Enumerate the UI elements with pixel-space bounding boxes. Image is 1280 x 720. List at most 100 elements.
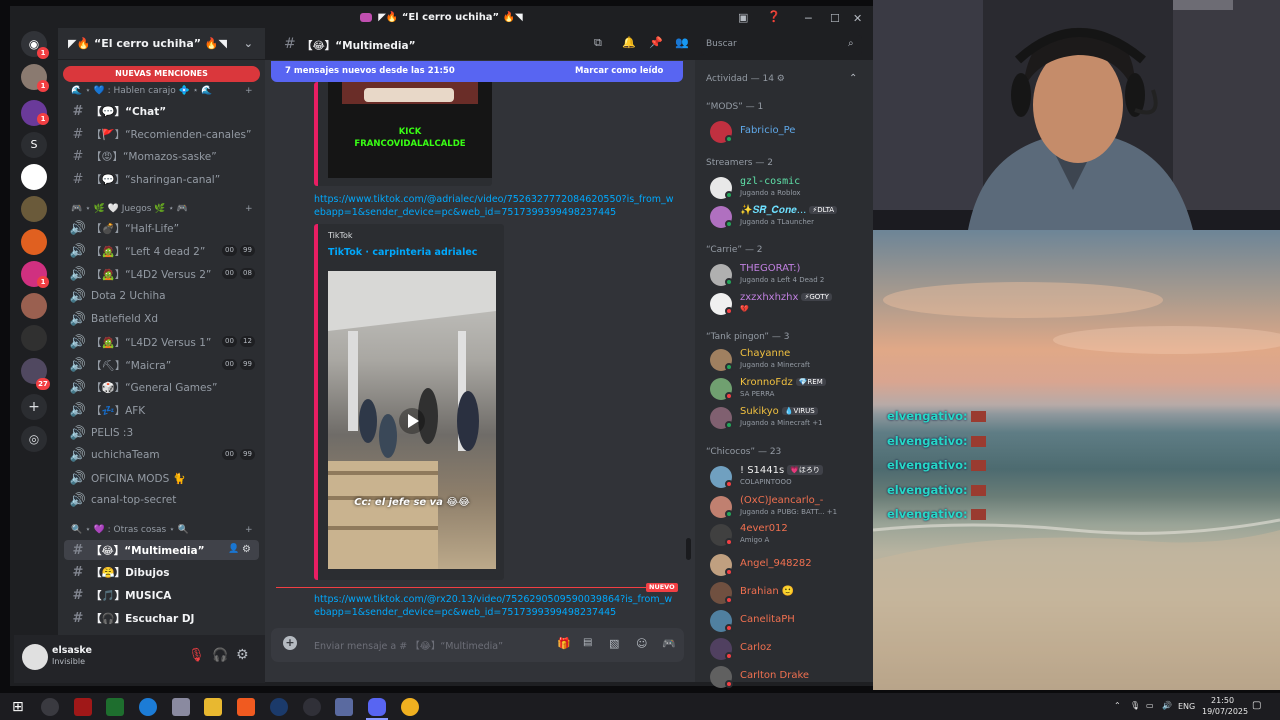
invite-icon[interactable]: 👤 — [228, 544, 239, 554]
member-item[interactable]: ! S1441s 💗ほろり COLAPINTOOO — [710, 464, 870, 488]
channel-item[interactable]: 🔊 【🎲】“General Games” — [64, 377, 259, 397]
app-icon[interactable] — [41, 698, 59, 716]
chrome-icon[interactable] — [401, 698, 419, 716]
tiktok-link[interactable]: https://www.tiktok.com/@adrialec/video/7… — [314, 193, 674, 219]
nvidia-icon[interactable] — [106, 698, 124, 716]
add-attachment-icon[interactable]: + — [283, 636, 297, 650]
channel-item[interactable]: 🔊 【🧟】“L4D2 Versus 2” 00 08 — [64, 264, 259, 284]
channel-item[interactable]: 🔊 【💣】“Half-Life” — [64, 218, 259, 238]
discover-icon[interactable]: ◎ — [21, 426, 47, 452]
channel-item[interactable]: # 【💬】“sharingan-canal” — [64, 169, 259, 189]
discord-taskbar-icon[interactable] — [368, 698, 386, 716]
server-icon[interactable] — [21, 196, 47, 222]
sticker-icon[interactable]: ▧ — [609, 637, 619, 650]
server-icon[interactable] — [21, 164, 47, 190]
language-indicator[interactable]: ENG — [1178, 702, 1195, 711]
mute-icon[interactable]: 🎙 — [188, 648, 205, 663]
maximize-button[interactable]: ☐ — [830, 12, 840, 25]
microphone-icon[interactable]: 🎙 — [1130, 701, 1140, 710]
category-juegos[interactable]: 🎮 ⋆ 🌿 🤍 Juegos 🌿 ⋆ 🎮 + — [71, 204, 253, 214]
mark-as-read-button[interactable]: Marcar como leído — [575, 66, 663, 76]
channel-item[interactable]: # 【😤】Dibujos — [64, 562, 259, 582]
message-composer[interactable]: + Enviar mensaje a # 【😂】“Multimedia” 🎁 ▤… — [271, 628, 684, 662]
server-icon-s[interactable]: S — [21, 132, 47, 158]
member-item[interactable]: Sukikyo 💧VIRUS Jugando a Minecraft +1 — [710, 405, 870, 429]
steam-icon[interactable] — [270, 698, 288, 716]
channel-item[interactable]: 🔊 uchichaTeam 00 99 — [64, 445, 259, 465]
member-item[interactable]: Carlton Drake — [710, 664, 870, 688]
channel-item[interactable]: # 【🎧】Escuchar DJ — [64, 608, 259, 628]
member-list-icon[interactable]: 👥 — [675, 36, 689, 49]
channel-item[interactable]: 🔊 【🧟】“L4D2 Versus 1” 00 12 — [64, 332, 259, 352]
search-input[interactable]: Buscar ⌕ — [701, 35, 862, 55]
chevron-up-icon[interactable]: ⌃ — [849, 73, 857, 84]
new-mentions-banner[interactable]: NUEVAS MENCIONES — [63, 66, 260, 82]
guild-header[interactable]: ◤🔥 “El cerro uchiha” 🔥◥ ⌄ — [58, 28, 265, 60]
network-icon[interactable]: ▭ — [1146, 701, 1154, 710]
server-icon[interactable] — [21, 325, 47, 351]
windows-start-icon[interactable]: ⊞ — [12, 698, 30, 716]
channel-item[interactable]: 🔊 【💤】AFK — [64, 400, 259, 420]
brave-icon[interactable] — [237, 698, 255, 716]
channel-item[interactable]: 🔊 Dota 2 Uchiha — [64, 286, 259, 306]
member-item[interactable]: KronnoFdz 💎REM SA PERRA — [710, 376, 870, 400]
message-input[interactable]: Enviar mensaje a # 【😂】“Multimedia” — [314, 638, 503, 652]
inbox-icon[interactable]: ▣ — [738, 11, 748, 24]
notifications-icon[interactable]: ▢ — [1252, 700, 1261, 711]
tiktok-video-thumbnail[interactable]: Cc: el jefe se va 😂😂 — [328, 271, 496, 569]
app-icon[interactable] — [74, 698, 92, 716]
server-icon-happy-hour[interactable] — [21, 229, 47, 255]
gear-icon[interactable]: ⚙ — [777, 74, 785, 84]
member-item[interactable]: gzl-cosmic Jugando a Roblox — [710, 175, 870, 199]
channel-settings-icon[interactable]: ⚙ — [242, 544, 251, 555]
scrollbar-thumb[interactable] — [686, 538, 691, 560]
avatar[interactable] — [22, 644, 48, 670]
minimize-button[interactable]: ─ — [805, 12, 812, 25]
settings-gear-icon[interactable]: ⚙ — [236, 647, 249, 663]
activities-icon[interactable]: 🎮 — [662, 637, 676, 650]
member-item[interactable]: zxzxhxhzhx ⚡GOTY 💔 — [710, 291, 870, 315]
add-channel-icon[interactable]: + — [245, 525, 253, 535]
category-otras-cosas[interactable]: 🔍 ⋆ 💜 : Otras cosas ⋆ 🔍 + — [71, 525, 253, 535]
close-button[interactable]: ✕ — [853, 12, 862, 25]
channel-item[interactable]: # 【🚩】“Recomienden-canales” — [64, 124, 259, 144]
new-messages-bar[interactable]: 7 mensajes nuevos desde las 21:50 Marcar… — [271, 61, 683, 82]
video-thumbnail[interactable]: KICK FRANCOVIDALALCALDE — [328, 82, 492, 178]
member-item[interactable]: Brahian 🙂 — [710, 580, 870, 604]
add-channel-icon[interactable]: + — [245, 86, 253, 96]
channel-item[interactable]: 🔊 Batlefield Xd — [64, 309, 259, 329]
clock-date[interactable]: 19/07/2025 — [1202, 707, 1248, 716]
add-server-icon[interactable]: + — [21, 394, 47, 420]
member-item[interactable]: Angel_948282 — [710, 552, 870, 576]
add-channel-icon[interactable]: + — [245, 204, 253, 214]
embed-title[interactable]: TikTok · carpinteria adrialec — [328, 247, 477, 258]
member-item[interactable]: CanelitaPH — [710, 608, 870, 632]
channel-item[interactable]: 🔊 【⛏】“Maicra” 00 99 — [64, 355, 259, 375]
gift-icon[interactable]: 🎁 — [557, 637, 571, 650]
tray-chevron-icon[interactable]: ⌃ — [1114, 701, 1121, 710]
deafen-icon[interactable]: 🎧 — [212, 648, 228, 663]
notification-bell-icon[interactable]: 🔔 — [622, 36, 636, 49]
member-item[interactable]: Chayanne Jugando a Minecraft — [710, 347, 870, 371]
channel-item[interactable]: 🔊 OFICINA MODS 🐈 — [64, 468, 259, 488]
member-item[interactable]: THEGORAT:) Jugando a Left 4 Dead 2 — [710, 262, 870, 286]
channel-item[interactable]: # 【🎵】MUSICA — [64, 585, 259, 605]
member-item[interactable]: (OxC)Jeancarlo_- Jugando a PUBG: BATT... … — [710, 494, 870, 518]
channel-item[interactable]: 🔊 canal-top-secret — [64, 490, 259, 510]
tiktok-link[interactable]: https://www.tiktok.com/@rx20.13/video/75… — [314, 593, 674, 619]
member-item[interactable]: 4ever012 Amigo A — [710, 522, 870, 546]
channel-item[interactable]: # 【💬】“Chat” — [64, 101, 259, 121]
clock-time[interactable]: 21:50 — [1211, 696, 1234, 705]
member-item[interactable]: Carloz — [710, 636, 870, 660]
gif-icon[interactable]: ▤ — [583, 637, 592, 648]
category-hablen-carajo[interactable]: 🌊 ⋆ 💙 : Hablen carajo 💠 ⋆ 🌊 + — [71, 86, 253, 96]
channel-item[interactable]: 🔊 PELIS :3 — [64, 423, 259, 443]
calculator-icon[interactable] — [335, 698, 353, 716]
channel-item[interactable]: # 【😂】“Multimedia” ⚙ 👤 — [64, 540, 259, 560]
emoji-icon[interactable]: ☺ — [636, 637, 647, 650]
channel-item[interactable]: 🔊 【🧟】“Left 4 dead 2” 00 99 — [64, 241, 259, 261]
obs-icon[interactable] — [303, 698, 321, 716]
file-explorer-icon[interactable] — [204, 698, 222, 716]
pin-icon[interactable]: 📌 — [649, 36, 663, 49]
help-icon[interactable]: ❓ — [767, 10, 781, 23]
